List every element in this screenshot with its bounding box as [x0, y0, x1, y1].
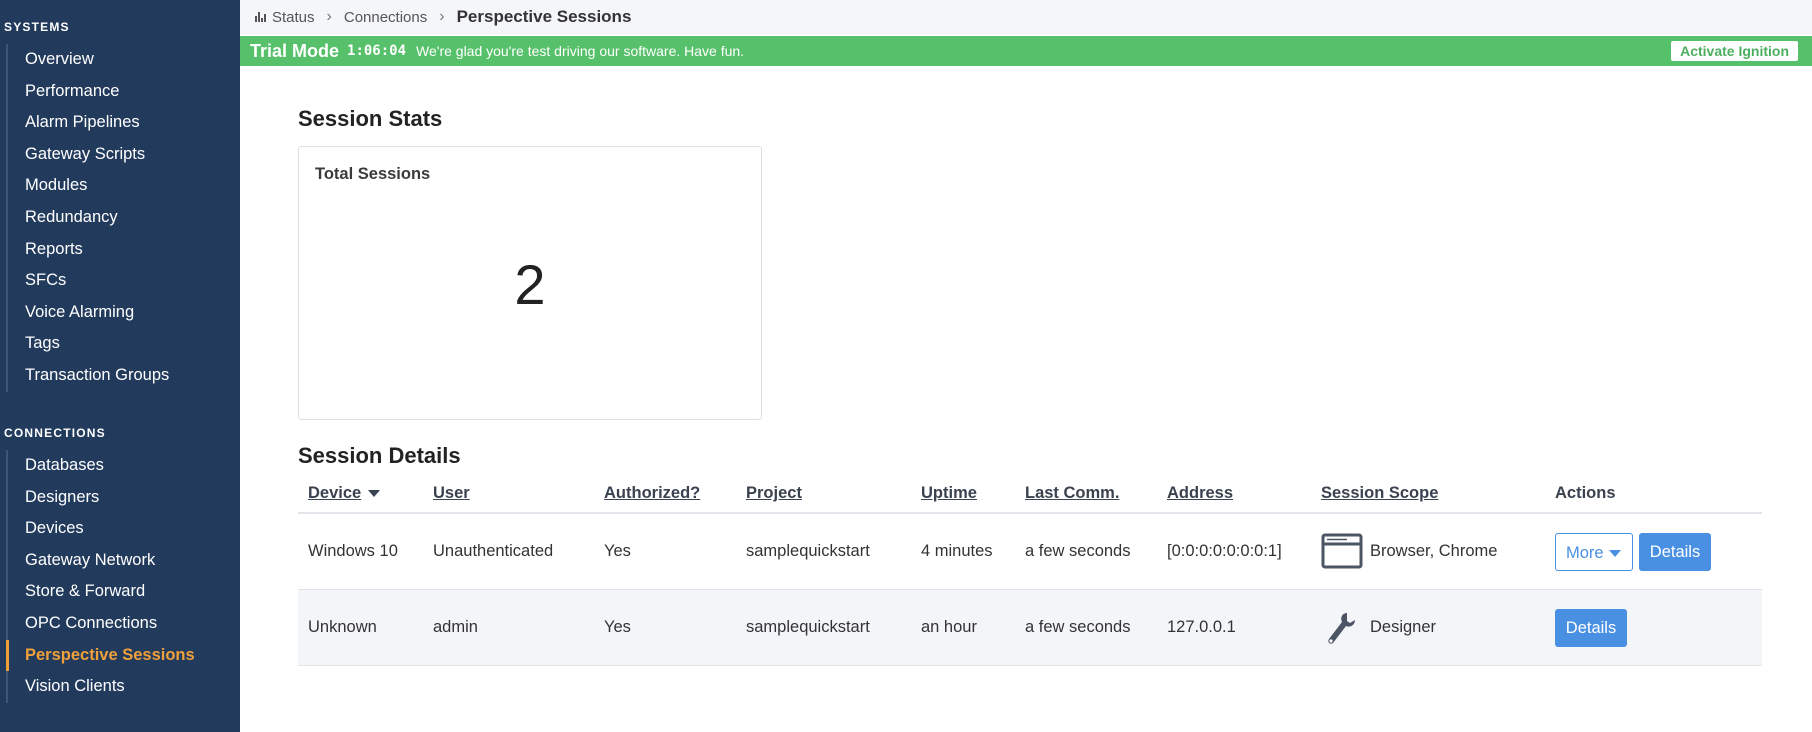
- sidebar-item-designers[interactable]: Designers: [8, 482, 238, 514]
- sidebar-item-devices[interactable]: Devices: [8, 513, 238, 545]
- activate-ignition-button[interactable]: Activate Ignition: [1671, 41, 1798, 61]
- chevron-right-icon: ›: [326, 8, 332, 25]
- main-content: Status › Connections › Perspective Sessi…: [240, 0, 1812, 732]
- cell-address: [0:0:0:0:0:0:0:1]: [1167, 542, 1282, 560]
- bar-chart-icon: [255, 12, 266, 22]
- column-header-project[interactable]: Project: [746, 484, 802, 503]
- cell-uptime: an hour: [921, 618, 977, 636]
- breadcrumb-current: Perspective Sessions: [456, 7, 632, 26]
- cell-address: 127.0.0.1: [1167, 618, 1236, 636]
- cell-device: Unknown: [308, 618, 377, 636]
- sidebar-item-store-forward[interactable]: Store & Forward: [8, 576, 238, 608]
- wrench-icon: [1321, 609, 1357, 654]
- sidebar-item-modules[interactable]: Modules: [8, 170, 238, 202]
- trial-title: Trial Mode: [250, 40, 340, 61]
- sidebar-item-opc-connections[interactable]: OPC Connections: [8, 608, 238, 640]
- chevron-right-icon: ›: [439, 8, 445, 25]
- connections-nav: Databases Designers Devices Gateway Netw…: [6, 450, 238, 703]
- cell-project: samplequickstart: [746, 542, 870, 560]
- sidebar-item-performance[interactable]: Performance: [8, 76, 238, 108]
- session-details-table: Device User Authorized? Project Uptime L…: [298, 482, 1762, 666]
- breadcrumb: Status › Connections › Perspective Sessi…: [240, 0, 1812, 34]
- cell-session-scope: Browser, Chrome: [1370, 542, 1498, 560]
- sidebar-item-perspective-sessions[interactable]: Perspective Sessions: [6, 639, 238, 672]
- column-header-actions: Actions: [1555, 484, 1616, 502]
- total-sessions-value: 2: [514, 253, 546, 316]
- details-button[interactable]: Details: [1555, 609, 1627, 647]
- cell-uptime: 4 minutes: [921, 542, 993, 560]
- cell-user: admin: [433, 618, 478, 636]
- more-button-label: More: [1566, 544, 1604, 562]
- trial-timer: 1:06:04: [347, 43, 407, 59]
- sort-down-icon: [368, 490, 381, 498]
- sidebar-item-databases[interactable]: Databases: [8, 450, 238, 482]
- cell-last-comm: a few seconds: [1025, 618, 1131, 636]
- column-header-session-scope[interactable]: Session Scope: [1321, 484, 1438, 503]
- sidebar-item-tags[interactable]: Tags: [8, 328, 238, 360]
- sidebar-item-voice-alarming[interactable]: Voice Alarming: [8, 297, 238, 329]
- cell-session-scope: Designer: [1370, 618, 1437, 636]
- sidebar-item-reports[interactable]: Reports: [8, 234, 238, 266]
- sidebar-item-alarm-pipelines[interactable]: Alarm Pipelines: [8, 107, 238, 139]
- more-dropdown-button[interactable]: More: [1555, 533, 1633, 571]
- sidebar-item-redundancy[interactable]: Redundancy: [8, 202, 238, 234]
- sidebar-item-sfcs[interactable]: SFCs: [8, 265, 238, 297]
- column-header-device-label: Device: [308, 484, 362, 502]
- details-button[interactable]: Details: [1639, 533, 1711, 571]
- breadcrumb-status[interactable]: Status: [272, 9, 315, 26]
- cell-project: samplequickstart: [746, 618, 870, 636]
- trial-message: We're glad you're test driving our softw…: [416, 43, 745, 59]
- column-header-uptime[interactable]: Uptime: [921, 484, 977, 503]
- browser-window-icon: [1321, 533, 1363, 574]
- sidebar-item-transaction-groups[interactable]: Transaction Groups: [8, 360, 238, 392]
- table-header: Device User Authorized? Project Uptime L…: [298, 482, 1762, 514]
- trial-banner: Trial Mode 1:06:04 We're glad you're tes…: [240, 36, 1812, 66]
- table-row: Unknown admin Yes samplequickstart an ho…: [298, 590, 1762, 666]
- cell-last-comm: a few seconds: [1025, 542, 1131, 560]
- cell-device: Windows 10: [308, 542, 398, 560]
- column-header-authorized[interactable]: Authorized?: [604, 484, 700, 503]
- table-row: Windows 10 Unauthenticated Yes samplequi…: [298, 514, 1762, 590]
- session-details-heading: Session Details: [298, 443, 461, 468]
- sidebar-item-gateway-network[interactable]: Gateway Network: [8, 545, 238, 577]
- sidebar-item-gateway-scripts[interactable]: Gateway Scripts: [8, 139, 238, 171]
- total-sessions-label: Total Sessions: [315, 165, 431, 183]
- column-header-device[interactable]: Device: [308, 484, 381, 503]
- systems-section-title: SYSTEMS: [4, 20, 70, 34]
- cell-authorized: Yes: [604, 618, 631, 636]
- sidebar-item-vision-clients[interactable]: Vision Clients: [8, 671, 238, 703]
- breadcrumb-connections[interactable]: Connections: [344, 9, 427, 26]
- sidebar-item-overview[interactable]: Overview: [8, 44, 238, 76]
- systems-nav: Overview Performance Alarm Pipelines Gat…: [6, 44, 238, 392]
- sidebar: SYSTEMS Overview Performance Alarm Pipel…: [0, 0, 240, 732]
- cell-authorized: Yes: [604, 542, 631, 560]
- total-sessions-card: Total Sessions 2: [298, 146, 762, 420]
- cell-user: Unauthenticated: [433, 542, 554, 560]
- caret-down-icon: [1608, 550, 1621, 558]
- session-stats-heading: Session Stats: [298, 106, 443, 131]
- connections-section-title: CONNECTIONS: [4, 426, 106, 440]
- column-header-user[interactable]: User: [433, 484, 470, 503]
- column-header-last-comm[interactable]: Last Comm.: [1025, 484, 1119, 503]
- column-header-address[interactable]: Address: [1167, 484, 1233, 503]
